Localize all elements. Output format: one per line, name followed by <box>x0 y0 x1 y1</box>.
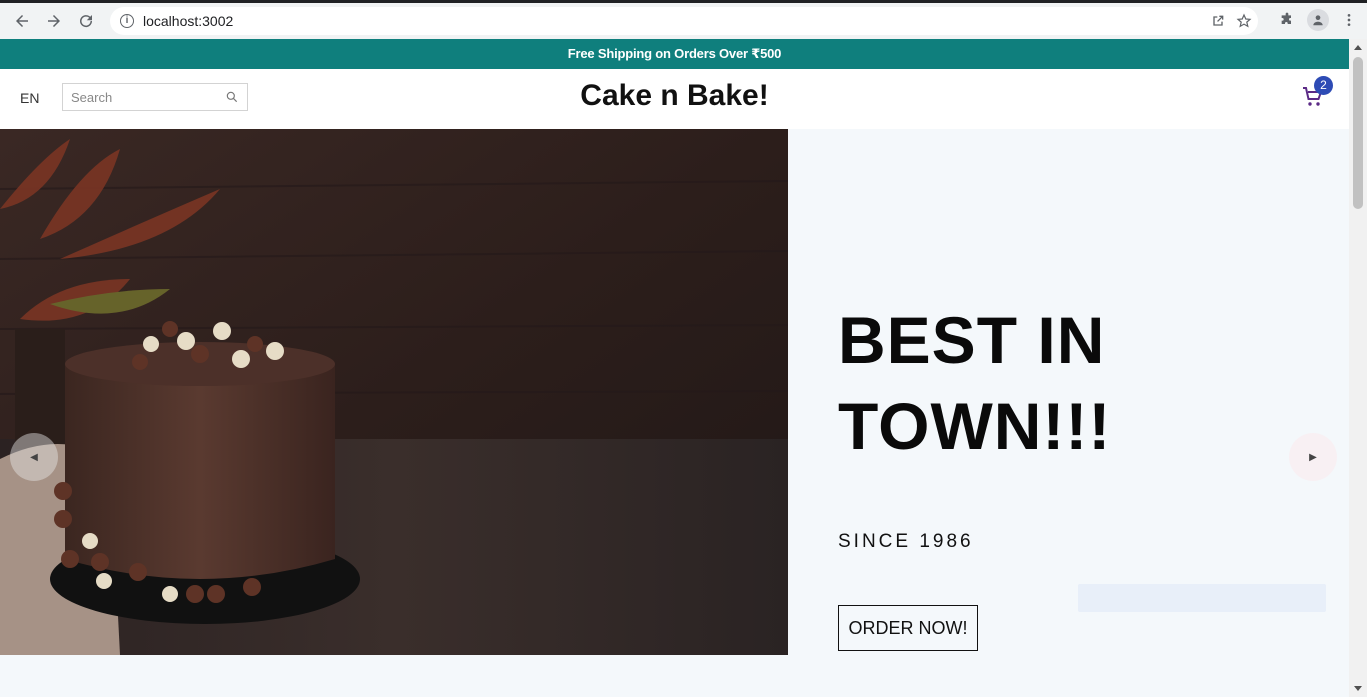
announcement-text: Free Shipping on Orders Over ₹500 <box>567 46 782 61</box>
site-logo[interactable]: Cake n Bake! <box>0 79 1349 113</box>
announcement-bar: Free Shipping on Orders Over ₹500 <box>0 39 1349 69</box>
slider-next-button[interactable]: ▶ <box>1289 433 1337 481</box>
browser-toolbar: i localhost:3002 <box>0 0 1367 39</box>
info-icon[interactable]: i <box>120 14 134 28</box>
hero-slider: BEST IN TOWN!!! SINCE 1986 ORDER NOW! ◀ … <box>0 129 1349 655</box>
back-icon <box>16 15 28 27</box>
star-icon[interactable] <box>1236 13 1252 29</box>
extensions-icon[interactable] <box>1279 12 1295 28</box>
hero-image-chocolate-cake <box>0 129 788 655</box>
site-header: EN Cake n Bake! 2 <box>0 69 1349 129</box>
menu-icon[interactable] <box>1341 12 1357 28</box>
cart-count-badge: 2 <box>1314 76 1333 95</box>
scroll-down-icon[interactable] <box>1354 686 1362 691</box>
profile-icon <box>1313 15 1323 26</box>
forward-icon <box>48 15 60 27</box>
slider-prev-button[interactable]: ◀ <box>10 433 58 481</box>
cart-button[interactable]: 2 <box>1301 76 1333 111</box>
reload-button[interactable] <box>70 5 102 37</box>
faded-overlay-badge <box>1078 584 1326 612</box>
back-button[interactable] <box>6 5 38 37</box>
reload-icon <box>80 15 93 28</box>
forward-button[interactable] <box>38 5 70 37</box>
order-now-button[interactable]: ORDER NOW! <box>838 605 978 651</box>
page-scrollbar[interactable] <box>1349 39 1367 697</box>
chevron-left-icon: ◀ <box>30 451 38 463</box>
scrollbar-thumb[interactable] <box>1353 57 1363 209</box>
share-icon[interactable] <box>1210 13 1226 29</box>
hero-headline: BEST IN TOWN!!! <box>838 303 1112 463</box>
profile-button[interactable] <box>1307 9 1329 31</box>
address-bar[interactable]: i localhost:3002 <box>110 7 1258 35</box>
scroll-up-icon[interactable] <box>1354 45 1362 50</box>
hero-subtitle: SINCE 1986 <box>838 531 974 552</box>
chevron-right-icon: ▶ <box>1309 451 1317 463</box>
url-text[interactable]: localhost:3002 <box>143 13 233 29</box>
